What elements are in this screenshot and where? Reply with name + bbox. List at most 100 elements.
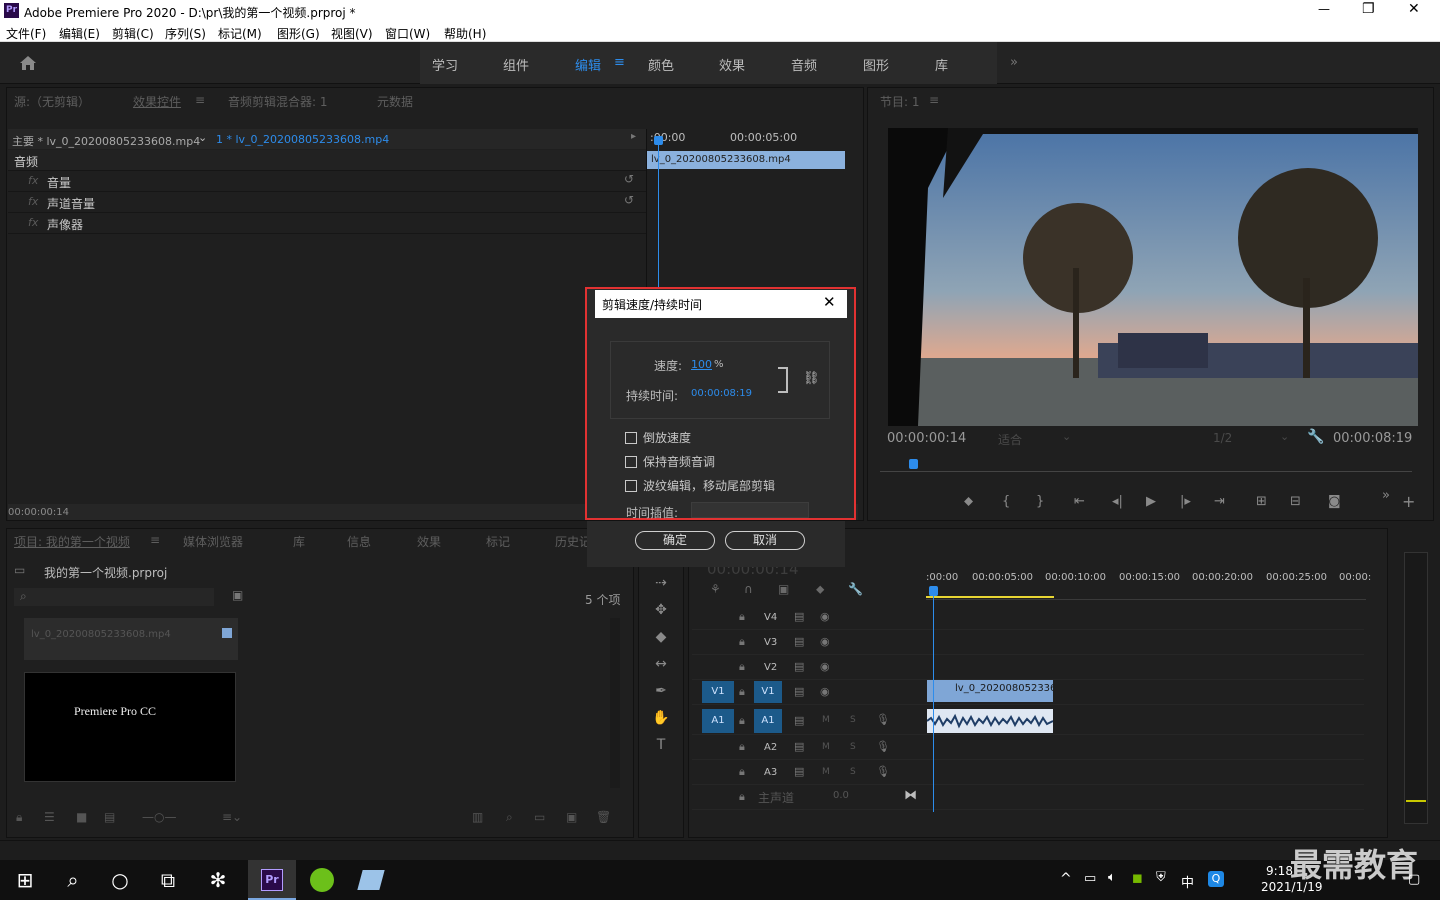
project-scrollbar[interactable]: [610, 618, 620, 788]
tab-metadata[interactable]: 元数据: [377, 93, 413, 110]
freeform-view-icon[interactable]: ▤: [104, 810, 115, 824]
chevron-down-icon[interactable]: ⌄: [1280, 430, 1289, 443]
notification-icon[interactable]: ▢: [1408, 872, 1420, 887]
timeline-playhead[interactable]: [933, 590, 934, 812]
menu-file[interactable]: 文件(F): [6, 25, 46, 42]
track-target-a1[interactable]: A1: [754, 709, 782, 733]
microphone-icon[interactable]: 🎙︎: [876, 713, 890, 726]
new-bin-icon[interactable]: ▭: [534, 810, 545, 824]
network-icon[interactable]: ▭: [1084, 871, 1096, 886]
lock-icon[interactable]: 🔒︎: [739, 790, 745, 804]
mute-button[interactable]: M: [822, 742, 830, 752]
sequence-clip-label[interactable]: 1 * lv_0_20200805233608.mp4: [216, 133, 389, 146]
sync-lock-icon[interactable]: ▤: [794, 740, 804, 753]
track-select-tool-icon[interactable]: ⇢: [652, 575, 670, 591]
tab-effect-controls[interactable]: 效果控件: [133, 93, 181, 110]
menu-view[interactable]: 视图(V): [331, 25, 373, 42]
workspace-assembly[interactable]: 组件: [503, 55, 529, 74]
workspace-color[interactable]: 颜色: [648, 55, 674, 74]
ec-playhead-handle[interactable]: [654, 136, 663, 145]
automate-icon[interactable]: ▥: [472, 810, 483, 824]
lock-icon[interactable]: 🔒︎: [739, 610, 745, 624]
search-icon[interactable]: ⌕: [58, 868, 88, 892]
security-icon[interactable]: ⛨: [1156, 870, 1166, 885]
workspace-learn[interactable]: 学习: [432, 55, 458, 74]
work-area-bar[interactable]: [926, 596, 1054, 598]
ime-indicator[interactable]: 中: [1181, 872, 1194, 891]
lock-icon[interactable]: 🔒︎: [739, 765, 745, 779]
play-triangle-icon[interactable]: ▸: [631, 131, 636, 142]
snap-icon[interactable]: ⚘: [710, 582, 721, 596]
reset-icon[interactable]: ↺: [624, 193, 634, 207]
chevron-down-icon[interactable]: ⌄: [1062, 430, 1071, 443]
go-to-out-icon[interactable]: ⇥: [1214, 494, 1225, 509]
sort-icon[interactable]: ≡⌄: [222, 810, 242, 824]
eye-icon[interactable]: ◉: [820, 660, 830, 673]
master-track-value[interactable]: 0.0: [833, 790, 849, 801]
add-button-icon[interactable]: +: [1402, 492, 1415, 511]
minimize-button[interactable]: —: [1318, 2, 1330, 16]
extract-icon[interactable]: ⊟: [1290, 494, 1301, 509]
project-search-input[interactable]: [14, 588, 214, 606]
new-bin-from-search-icon[interactable]: ▣: [232, 588, 243, 602]
zoom-slider[interactable]: —○—: [142, 810, 176, 824]
workspace-graphics[interactable]: 图形: [863, 55, 889, 74]
maintain-audio-pitch-checkbox[interactable]: 保持音频音调: [625, 453, 715, 470]
wrench-icon[interactable]: 🔧: [1307, 429, 1324, 445]
workspace-effects[interactable]: 效果: [719, 55, 745, 74]
tray-chevron-icon[interactable]: ^: [1060, 871, 1072, 887]
lock-icon[interactable]: 🔒︎: [739, 740, 745, 754]
find-icon[interactable]: ⌕: [506, 810, 513, 825]
pen-tool-icon[interactable]: ✒: [652, 683, 670, 699]
go-to-end-icon[interactable]: ⧓: [904, 788, 917, 803]
chevron-down-icon[interactable]: ⌄: [198, 131, 207, 144]
lock-icon[interactable]: 🔒︎: [739, 685, 745, 699]
workspace-editing[interactable]: 编辑: [575, 55, 601, 74]
workspace-menu-icon[interactable]: ≡: [614, 55, 625, 70]
close-button[interactable]: ✕: [1408, 1, 1420, 17]
nvidia-icon[interactable]: ◼: [1132, 871, 1143, 886]
menu-help[interactable]: 帮助(H): [444, 25, 486, 42]
reverse-speed-checkbox[interactable]: 倒放速度: [625, 429, 691, 446]
menu-sequence[interactable]: 序列(S): [165, 25, 206, 42]
menu-clip[interactable]: 剪辑(C): [112, 25, 154, 42]
tab-history[interactable]: 历史记: [555, 533, 591, 550]
reset-icon[interactable]: ↺: [624, 172, 634, 186]
ripple-edit-tool-icon[interactable]: ✥: [652, 602, 670, 618]
program-playhead[interactable]: [909, 459, 918, 469]
sync-lock-icon[interactable]: ▤: [794, 714, 804, 727]
close-icon[interactable]: ✕: [823, 293, 836, 311]
panel-menu-icon[interactable]: ≡: [150, 533, 160, 547]
more-controls-icon[interactable]: »: [1382, 488, 1390, 503]
qq-icon[interactable]: Q: [1208, 871, 1224, 887]
play-icon[interactable]: ▶: [1146, 494, 1156, 509]
tab-source[interactable]: 源:（无剪辑）: [14, 93, 90, 110]
razor-tool-icon[interactable]: ◆: [652, 629, 670, 645]
duration-value[interactable]: 00:00:08:19: [691, 388, 752, 399]
task-view-icon[interactable]: ⧉: [153, 868, 183, 892]
eye-icon[interactable]: ◉: [820, 685, 830, 698]
solo-button[interactable]: S: [850, 742, 856, 752]
solo-button[interactable]: S: [850, 715, 856, 725]
source-patch-a1[interactable]: A1: [702, 709, 734, 733]
fit-dropdown[interactable]: 适合: [998, 431, 1022, 448]
workspace-audio[interactable]: 音频: [791, 55, 817, 74]
tab-info[interactable]: 信息: [347, 533, 371, 550]
microphone-icon[interactable]: 🎙︎: [876, 765, 890, 778]
insert-icon[interactable]: ▣: [778, 582, 789, 596]
sync-lock-icon[interactable]: ▤: [794, 660, 804, 673]
timeline-playhead-handle[interactable]: [929, 586, 938, 596]
effect-row-volume[interactable]: fx 音量 ↺: [8, 171, 646, 192]
tab-program[interactable]: 节目: 1: [880, 93, 920, 110]
mute-button[interactable]: M: [822, 767, 830, 777]
panel-menu-icon[interactable]: ≡: [195, 93, 205, 107]
panel-menu-icon[interactable]: ≡: [929, 93, 939, 107]
timeline-clip-video[interactable]: lv_0_20200805233608.: [927, 680, 1053, 702]
lift-icon[interactable]: ⊞: [1256, 494, 1267, 509]
menu-graphics[interactable]: 图形(G): [277, 25, 320, 42]
ok-button[interactable]: 确定: [635, 531, 715, 550]
track-target-v1[interactable]: V1: [754, 681, 782, 703]
new-item-icon[interactable]: ▣: [566, 810, 577, 824]
ripple-edit-checkbox[interactable]: 波纹编辑，移动尾部剪辑: [625, 477, 775, 494]
speed-value[interactable]: 100: [691, 358, 712, 371]
